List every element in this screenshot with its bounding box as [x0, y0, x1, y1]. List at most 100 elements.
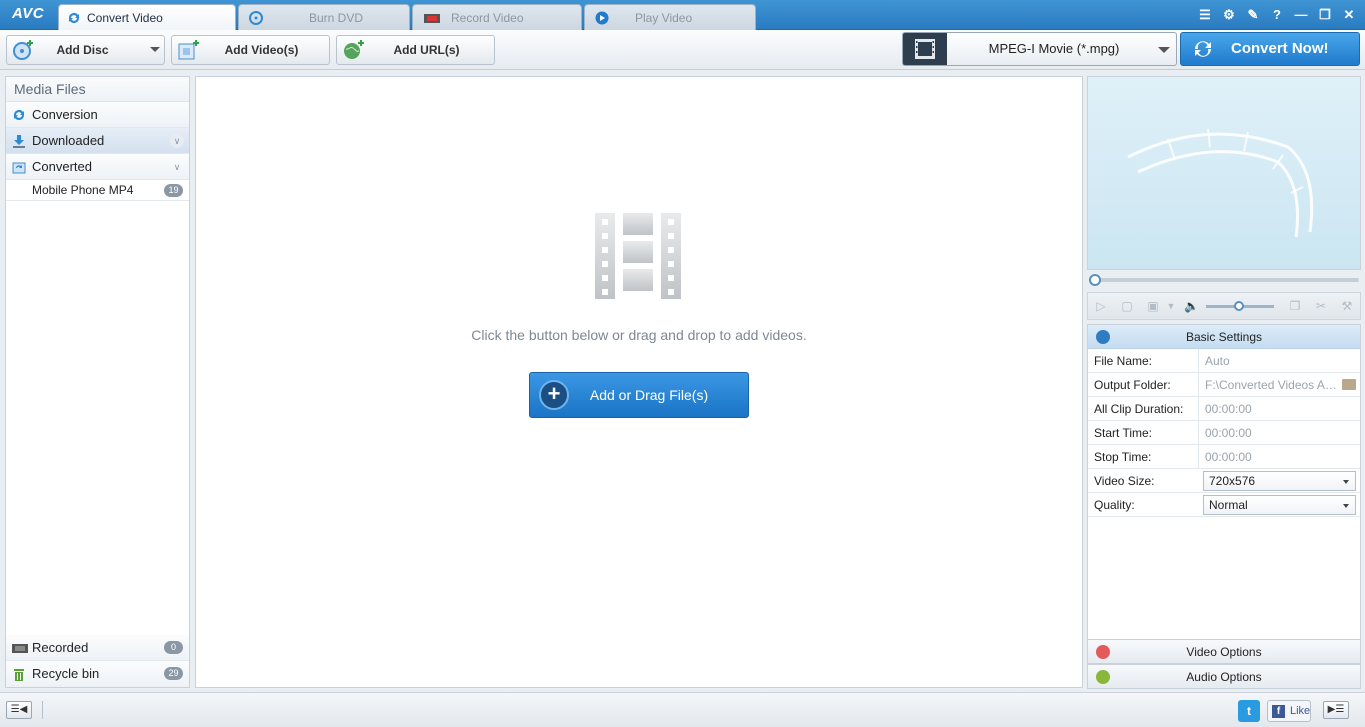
volume-handle[interactable]: [1234, 301, 1244, 311]
add-urls-button[interactable]: Add URL(s): [336, 35, 495, 65]
volume-slider[interactable]: [1206, 301, 1274, 311]
drop-zone[interactable]: Click the button below or drag and drop …: [195, 76, 1083, 688]
media-item-downloaded[interactable]: Downloaded ∨: [6, 128, 189, 154]
chevron-down-icon[interactable]: [150, 47, 160, 52]
tab-burn-dvd[interactable]: Burn DVD: [238, 4, 410, 30]
chevron-down-icon[interactable]: ∨: [170, 160, 184, 174]
convert-now-button[interactable]: Convert Now!: [1180, 32, 1360, 66]
output-format-select[interactable]: MPEG-I Movie (*.mpg): [902, 32, 1177, 66]
drop-hint: Click the button below or drag and drop …: [471, 327, 807, 343]
media-files-panel: Media Files Conversion Downloaded ∨ Conv…: [5, 76, 190, 688]
media-item-converted[interactable]: Converted ∨: [6, 154, 189, 180]
quality-select[interactable]: Normal: [1203, 495, 1356, 515]
count-badge: 0: [164, 641, 183, 654]
download-icon: [13, 135, 25, 148]
twitter-icon[interactable]: t: [1238, 700, 1260, 722]
conversion-icon: [14, 110, 24, 120]
add-disc-icon: [13, 40, 33, 60]
video-options-label: Video Options: [1186, 645, 1262, 659]
media-item-label: Recycle bin: [32, 666, 100, 681]
tab-play-video[interactable]: Play Video: [584, 4, 756, 30]
media-item-recorded[interactable]: Recorded 0: [6, 635, 189, 661]
close-icon[interactable]: ✕: [1339, 5, 1359, 25]
toggle-right-panel-button[interactable]: ▶☰: [1323, 701, 1349, 719]
plus-icon: +: [539, 380, 569, 410]
setting-label: Quality:: [1094, 498, 1135, 512]
skin-icon[interactable]: ✎: [1243, 5, 1263, 25]
add-files-label: Add or Drag File(s): [589, 387, 709, 403]
seek-handle[interactable]: [1089, 274, 1101, 286]
basic-settings-header[interactable]: Basic Settings: [1088, 325, 1360, 349]
tab-label: Record Video: [451, 11, 524, 25]
media-files-header: Media Files: [6, 77, 189, 102]
play-icon[interactable]: ▷: [1094, 299, 1108, 313]
chevron-down-icon[interactable]: [1158, 47, 1170, 53]
help-icon[interactable]: ?: [1267, 5, 1287, 25]
copy-icon[interactable]: ❐: [1288, 299, 1302, 313]
facebook-like-button[interactable]: f Like: [1267, 700, 1311, 722]
window-controls: ☰ ⚙ ✎ ? — ❐ ✕: [1195, 5, 1359, 25]
quality-value: Normal: [1209, 498, 1248, 512]
add-videos-button[interactable]: Add Video(s): [171, 35, 330, 65]
film-format-icon: [903, 33, 947, 65]
video-preview: [1087, 76, 1361, 270]
media-item-label: Conversion: [32, 107, 98, 122]
chevron-down-icon[interactable]: ▼: [1164, 299, 1178, 313]
add-or-drag-files-button[interactable]: + Add or Drag File(s): [529, 372, 749, 418]
video-size-select[interactable]: 720x576: [1203, 471, 1356, 491]
stop-time-field[interactable]: 00:00:00: [1198, 445, 1360, 469]
wrench-icon[interactable]: ⚒: [1340, 299, 1354, 313]
output-folder-field[interactable]: F:\Converted Videos An...: [1198, 373, 1360, 397]
tab-convert-video[interactable]: Convert Video: [58, 4, 236, 30]
setting-label: Output Folder:: [1094, 378, 1171, 392]
minimize-icon[interactable]: —: [1291, 5, 1311, 25]
media-item-conversion[interactable]: Conversion: [6, 102, 189, 128]
convert-now-label: Convert Now!: [1231, 40, 1329, 57]
disc-icon: [249, 11, 263, 25]
right-panel: ▷ ▢ ▣ ▼ 🔈 ❐ ✂ ⚒ Basic Settings File Name…: [1087, 76, 1361, 689]
start-time-field[interactable]: 00:00:00: [1198, 421, 1360, 445]
media-item-label: Recorded: [32, 640, 89, 655]
scissors-icon[interactable]: ✂: [1314, 299, 1328, 313]
add-disc-label: Add Disc: [56, 43, 109, 57]
add-disc-button[interactable]: Add Disc: [6, 35, 165, 65]
audio-options-icon: [1096, 670, 1110, 684]
video-options-button[interactable]: Video Options: [1087, 639, 1361, 664]
stop-icon[interactable]: ▢: [1120, 299, 1134, 313]
film-strip-icon: [595, 213, 681, 299]
setting-row-file-name: File Name: Auto: [1088, 349, 1360, 373]
setting-row-output-folder: Output Folder: F:\Converted Videos An...: [1088, 373, 1360, 397]
basic-settings-panel: Basic Settings File Name: Auto Output Fo…: [1087, 324, 1361, 640]
audio-options-label: Audio Options: [1186, 670, 1262, 684]
record-icon: [12, 644, 28, 653]
list-item[interactable]: Mobile Phone MP4 19: [6, 180, 189, 201]
output-format-label: MPEG-I Movie (*.mpg): [988, 41, 1120, 56]
gear-icon[interactable]: ⚙: [1219, 5, 1239, 25]
menu-icon[interactable]: ☰: [1195, 5, 1215, 25]
file-name-field[interactable]: Auto: [1198, 349, 1360, 373]
setting-row-quality: Quality: Normal: [1088, 493, 1360, 517]
like-label: Like: [1290, 705, 1311, 717]
restore-icon[interactable]: ❐: [1315, 5, 1335, 25]
video-size-value: 720x576: [1209, 474, 1256, 488]
record-icon: [424, 14, 440, 23]
media-item-label: Downloaded: [32, 133, 105, 148]
setting-row-video-size: Video Size: 720x576: [1088, 469, 1360, 493]
media-item-recycle-bin[interactable]: Recycle bin 29: [6, 661, 189, 687]
status-bar: ☰◀ t f Like ▶☰: [0, 692, 1365, 727]
list-item-label: Mobile Phone MP4: [32, 183, 134, 197]
volume-icon[interactable]: 🔈: [1184, 299, 1199, 313]
snapshot-icon[interactable]: ▣: [1146, 299, 1160, 313]
facebook-icon: f: [1272, 705, 1285, 718]
trash-icon: [14, 669, 24, 681]
setting-label: Video Size:: [1094, 474, 1155, 488]
seek-slider[interactable]: [1087, 274, 1361, 286]
toggle-left-panel-button[interactable]: ☰◀: [6, 701, 32, 719]
audio-options-button[interactable]: Audio Options: [1087, 664, 1361, 689]
tab-label: Convert Video: [87, 11, 163, 25]
folder-icon[interactable]: [1342, 379, 1356, 390]
tab-record-video[interactable]: Record Video: [412, 4, 582, 30]
output-folder-value: F:\Converted Videos An...: [1205, 378, 1342, 392]
chevron-down-icon[interactable]: ∨: [170, 134, 184, 148]
add-video-icon: [178, 40, 199, 60]
